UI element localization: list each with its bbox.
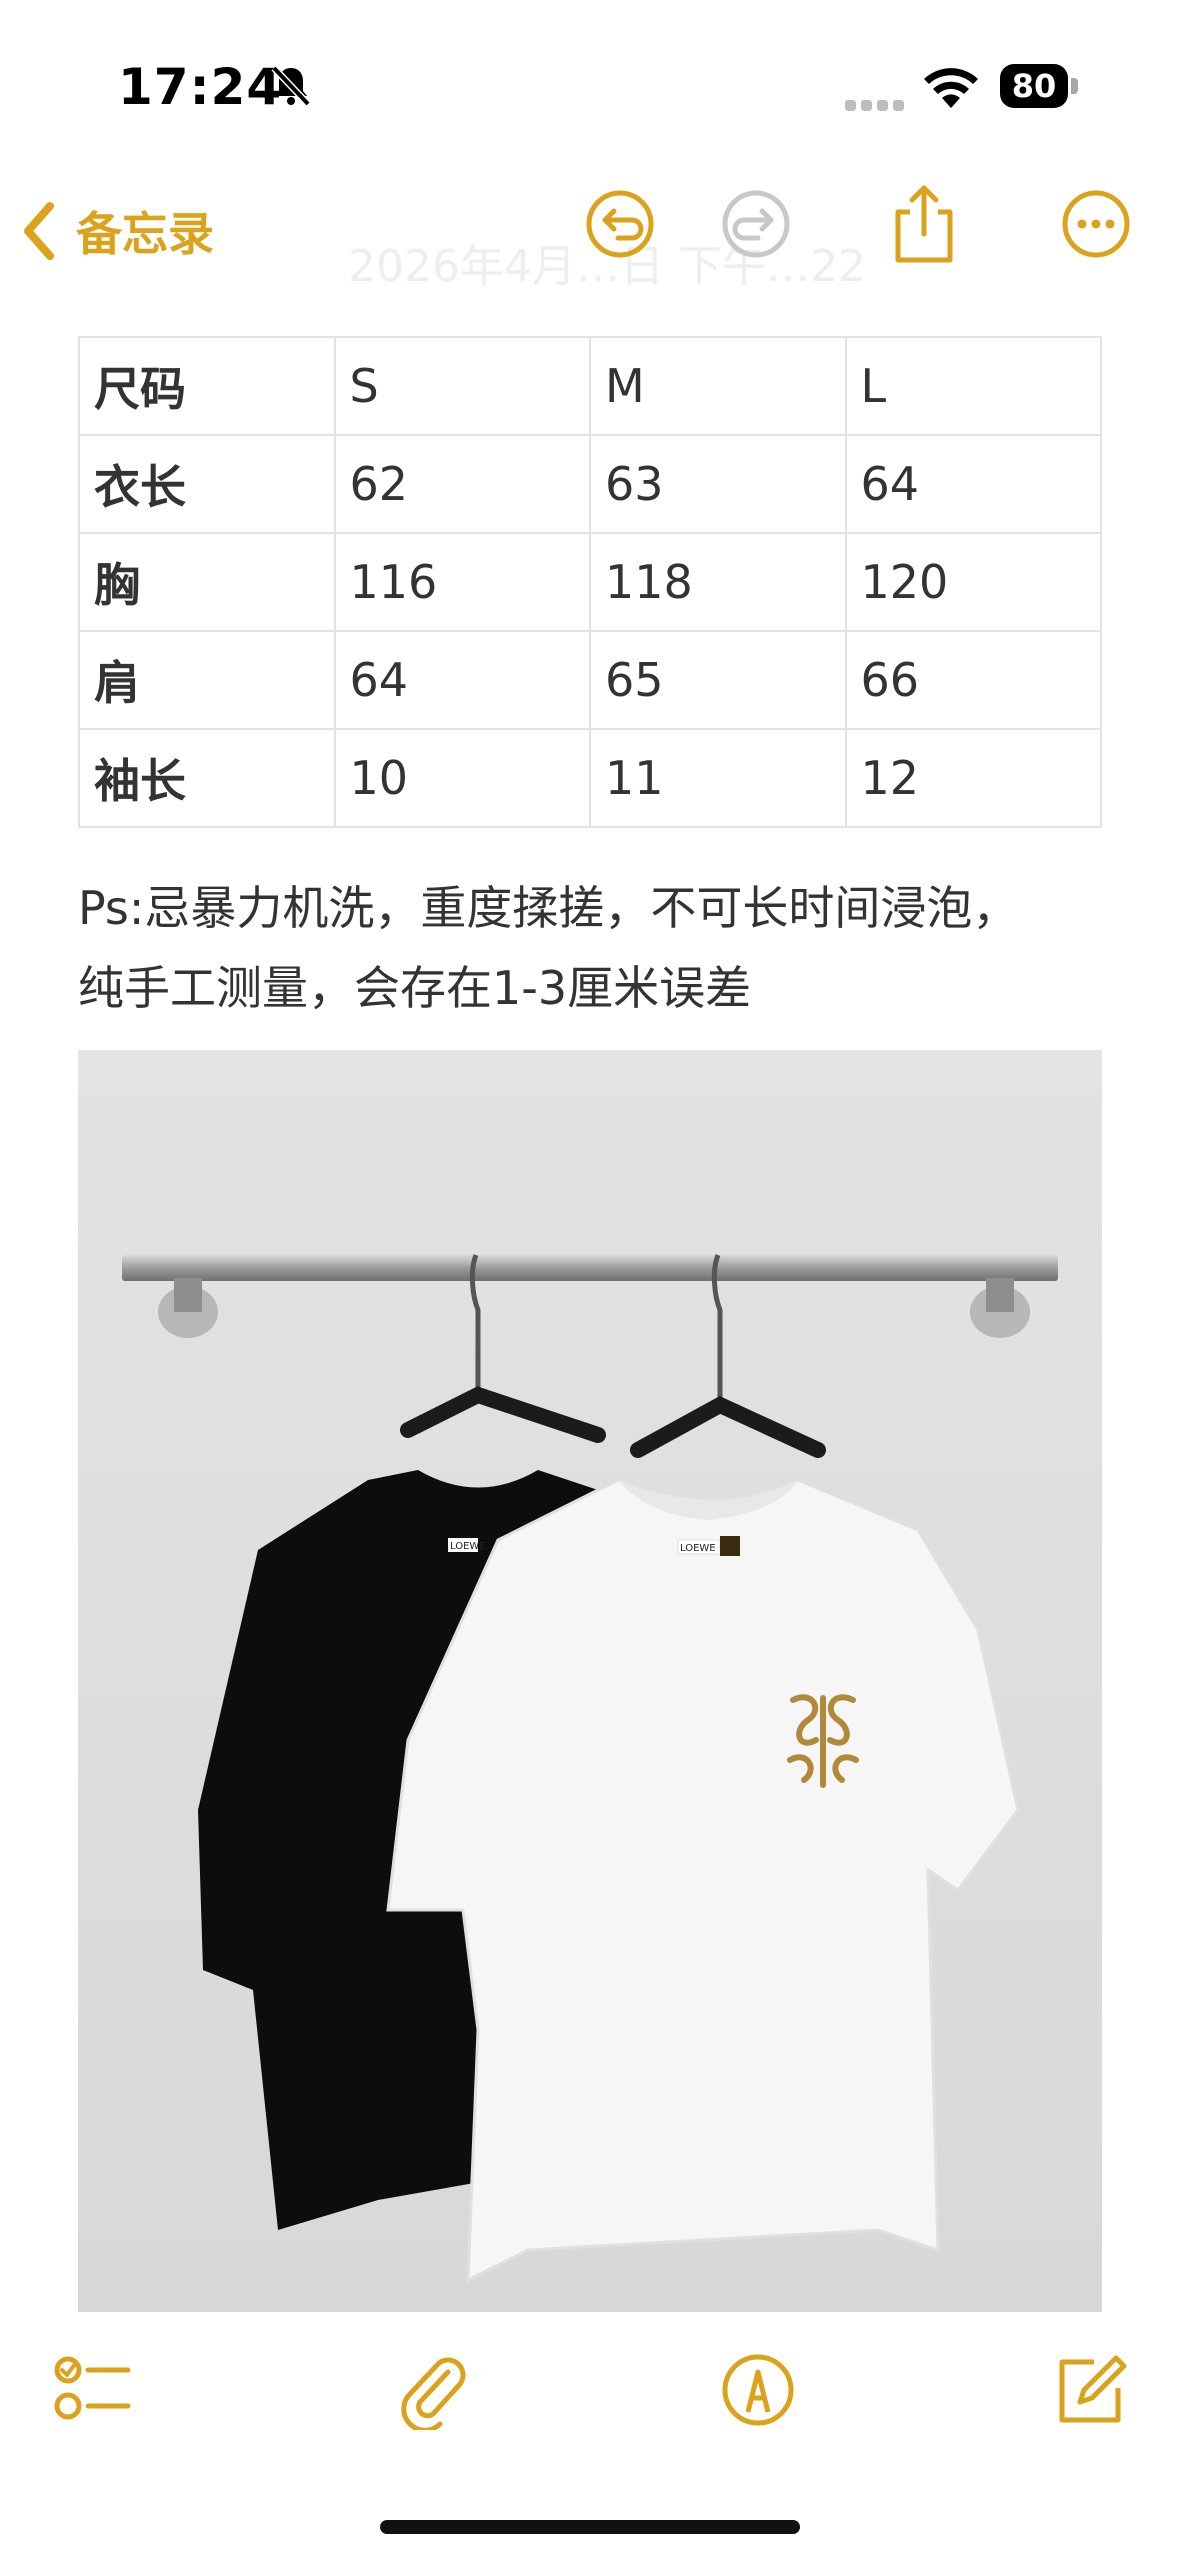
table-cell[interactable]: 胸 <box>78 532 336 632</box>
home-indicator[interactable] <box>380 2520 800 2534</box>
table-row: 肩 64 65 66 <box>78 630 1102 730</box>
table-row: 衣长 62 63 64 <box>78 434 1102 534</box>
white-tshirt <box>386 1478 1020 2283</box>
table-cell[interactable]: 64 <box>333 630 591 730</box>
bottom-toolbar <box>0 2330 1179 2470</box>
table-cell[interactable]: 肩 <box>78 630 336 730</box>
table-cell[interactable]: 10 <box>333 728 591 828</box>
table-row: 尺码 S M L <box>78 336 1102 436</box>
note-line: 纯手工测量，会存在1-3厘米误差 <box>78 961 752 1015</box>
undo-icon[interactable] <box>584 188 656 260</box>
tshirt-photo[interactable]: LOEWE LOEWE <box>78 1050 1102 2312</box>
size-table[interactable]: 尺码 S M L 衣长 62 63 64 胸 116 118 120 肩 64 … <box>78 336 1102 828</box>
table-row: 胸 116 118 120 <box>78 532 1102 632</box>
note-line: Ps:忌暴力机洗，重度揉搓，不可长时间浸泡， <box>78 881 1019 935</box>
table-cell[interactable]: 袖长 <box>78 728 336 828</box>
checklist-icon[interactable] <box>52 2350 132 2430</box>
table-cell[interactable]: 65 <box>589 630 847 730</box>
wifi-icon <box>924 68 978 108</box>
table-cell[interactable]: M <box>589 336 847 436</box>
redo-icon[interactable] <box>720 188 792 260</box>
more-icon[interactable] <box>1060 188 1132 260</box>
table-cell[interactable]: S <box>333 336 591 436</box>
back-button[interactable]: 备忘录 <box>22 194 214 268</box>
table-cell[interactable]: 66 <box>844 630 1102 730</box>
back-label: 备忘录 <box>76 207 214 261</box>
cellular-signal-icon <box>845 96 909 111</box>
table-cell[interactable]: 120 <box>844 532 1102 632</box>
table-cell[interactable]: 118 <box>589 532 847 632</box>
table-cell[interactable]: 11 <box>589 728 847 828</box>
table-cell[interactable]: 116 <box>333 532 591 632</box>
table-cell[interactable]: 62 <box>333 434 591 534</box>
table-cell[interactable]: L <box>844 336 1102 436</box>
table-cell[interactable]: 衣长 <box>78 434 336 534</box>
markup-pen-icon[interactable] <box>718 2350 798 2430</box>
brand-label <box>720 1536 740 1556</box>
note-text[interactable]: Ps:忌暴力机洗，重度揉搓，不可长时间浸泡， 纯手工测量，会存在1-3厘米误差 <box>78 868 1118 1028</box>
battery-tip <box>1071 78 1078 94</box>
battery-indicator: 80 <box>1000 64 1080 108</box>
table-cell[interactable]: 64 <box>844 434 1102 534</box>
paperclip-icon[interactable] <box>392 2350 472 2430</box>
share-icon[interactable] <box>892 182 956 266</box>
table-cell[interactable]: 12 <box>844 728 1102 828</box>
status-bar: 17:24 80 <box>0 0 1179 170</box>
black-tag-text: LOEWE <box>450 1541 486 1552</box>
silent-bell-icon <box>271 65 311 107</box>
battery-level: 80 <box>1000 64 1068 108</box>
table-row: 袖长 10 11 12 <box>78 728 1102 828</box>
status-time: 17:24 <box>118 58 283 116</box>
chevron-left-icon <box>24 202 54 260</box>
compose-icon[interactable] <box>1050 2350 1130 2430</box>
white-tag-text: LOEWE <box>680 1543 716 1554</box>
table-cell[interactable]: 63 <box>589 434 847 534</box>
notes-nav-bar: 2026年4月…日 下午…22 备忘录 <box>0 170 1179 292</box>
table-cell[interactable]: 尺码 <box>78 336 336 436</box>
